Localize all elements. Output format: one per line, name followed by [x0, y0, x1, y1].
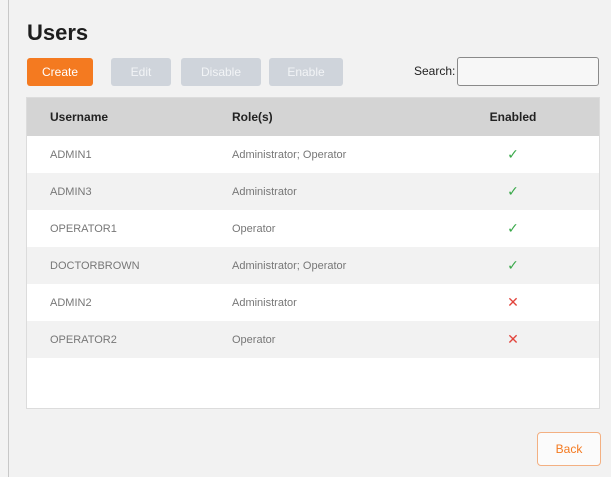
column-header-roles[interactable]: Role(s)	[209, 110, 427, 124]
enable-button[interactable]: Enable	[269, 58, 343, 86]
cell-username: OPERATOR1	[50, 222, 117, 235]
edit-button[interactable]: Edit	[111, 58, 171, 86]
disable-button[interactable]: Disable	[181, 58, 261, 86]
cell-roles: Administrator	[232, 185, 297, 198]
cell-username: OPERATOR2	[50, 333, 117, 346]
table-header: Username Role(s) Enabled	[27, 98, 599, 136]
search-input[interactable]	[457, 57, 599, 86]
check-icon: ✓	[507, 220, 519, 236]
table-row[interactable]: OPERATOR2 Operator ✕	[27, 321, 599, 358]
cell-roles: Administrator	[232, 296, 297, 309]
search-label: Search:	[414, 64, 456, 78]
column-header-enabled[interactable]: Enabled	[427, 110, 599, 124]
check-icon: ✓	[507, 183, 519, 199]
page-title: Users	[27, 20, 89, 45]
cell-username: DOCTORBROWN	[50, 259, 140, 272]
check-icon: ✓	[507, 257, 519, 273]
cell-username: ADMIN2	[50, 296, 92, 309]
table-row[interactable]: ADMIN3 Administrator ✓	[27, 173, 599, 210]
table-row[interactable]: ADMIN1 Administrator; Operator ✓	[27, 136, 599, 173]
table-row[interactable]: DOCTORBROWN Administrator; Operator ✓	[27, 247, 599, 284]
table-body: ADMIN1 Administrator; Operator ✓ ADMIN3 …	[27, 136, 599, 358]
cell-username: ADMIN1	[50, 148, 92, 161]
cell-roles: Operator	[232, 333, 276, 346]
cell-roles: Administrator; Operator	[232, 148, 347, 161]
create-button[interactable]: Create	[27, 58, 93, 86]
cell-roles: Administrator; Operator	[232, 259, 347, 272]
back-button[interactable]: Back	[537, 432, 601, 466]
cell-username: ADMIN3	[50, 185, 92, 198]
users-panel: Users Create Edit Disable Enable Search:…	[8, 0, 611, 477]
table-row[interactable]: ADMIN2 Administrator ✕	[27, 284, 599, 321]
cell-roles: Operator	[232, 222, 276, 235]
column-header-username[interactable]: Username	[27, 110, 209, 124]
cross-icon: ✕	[507, 294, 519, 310]
table-row[interactable]: OPERATOR1 Operator ✓	[27, 210, 599, 247]
users-table: Username Role(s) Enabled ADMIN1 Administ…	[27, 98, 599, 408]
cross-icon: ✕	[507, 331, 519, 347]
check-icon: ✓	[507, 146, 519, 162]
